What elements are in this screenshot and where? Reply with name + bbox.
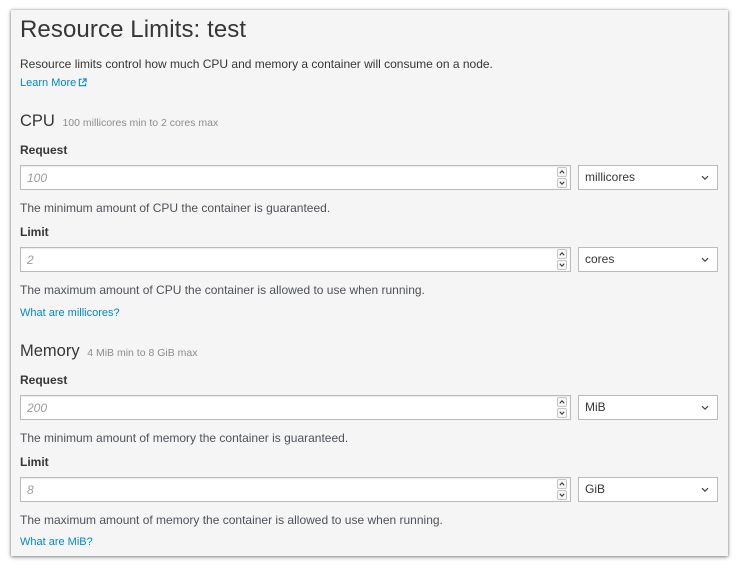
cpu-limit-spinner <box>557 249 567 270</box>
caret-down-icon <box>559 263 565 268</box>
chevron-down-icon <box>701 487 709 493</box>
cpu-heading: CPU <box>20 112 55 130</box>
intro-text: Resource limits control how much CPU and… <box>20 57 493 71</box>
memory-request-label: Request <box>20 373 68 387</box>
millicores-help-link[interactable]: What are millicores? <box>20 307 120 319</box>
cpu-range: 100 millicores min to 2 cores max <box>62 117 219 129</box>
cpu-request-label: Request <box>20 143 68 157</box>
external-link-icon <box>79 78 87 87</box>
cpu-request-spinner <box>557 167 567 188</box>
page-title: Resource Limits: test <box>20 16 247 43</box>
memory-limit-unit-select[interactable]: GiB <box>578 477 718 502</box>
memory-request-decrement[interactable] <box>557 408 567 418</box>
cpu-request-unit: millicores <box>585 170 636 184</box>
memory-limit-help: The maximum amount of memory the contain… <box>20 513 443 527</box>
cpu-limit-label: Limit <box>20 225 49 239</box>
cpu-limit-input[interactable] <box>20 247 571 272</box>
cpu-limit-help: The maximum amount of CPU the container … <box>20 283 425 297</box>
cpu-request-input[interactable] <box>20 165 571 190</box>
memory-range: 4 MiB min to 8 GiB max <box>87 347 198 359</box>
cpu-request-increment[interactable] <box>557 167 567 177</box>
cpu-request-help: The minimum amount of CPU the container … <box>20 201 331 215</box>
chevron-down-icon <box>701 405 709 411</box>
caret-up-icon <box>559 251 565 256</box>
memory-request-unit: MiB <box>585 400 606 414</box>
learn-more-link[interactable]: Learn More <box>20 77 87 89</box>
cpu-limit-increment[interactable] <box>557 249 567 259</box>
memory-heading: Memory <box>20 342 80 360</box>
memory-limit-unit: GiB <box>585 482 606 496</box>
cpu-section-heading: CPU 100 millicores min to 2 cores max <box>20 112 218 131</box>
memory-request-unit-select[interactable]: MiB <box>578 395 718 420</box>
chevron-down-icon <box>701 175 709 181</box>
memory-limit-increment[interactable] <box>557 479 567 489</box>
cpu-request-decrement[interactable] <box>557 178 567 188</box>
memory-limit-input[interactable] <box>20 477 571 502</box>
chevron-down-icon <box>701 257 709 263</box>
cpu-request-unit-select[interactable]: millicores <box>578 165 718 190</box>
mib-help-link[interactable]: What are MiB? <box>20 536 93 548</box>
memory-request-input[interactable] <box>20 395 571 420</box>
cpu-limit-decrement[interactable] <box>557 260 567 270</box>
caret-down-icon <box>559 181 565 186</box>
memory-limit-label: Limit <box>20 455 49 469</box>
caret-up-icon <box>559 399 565 404</box>
caret-down-icon <box>559 411 565 416</box>
memory-limit-decrement[interactable] <box>557 490 567 500</box>
memory-request-spinner <box>557 397 567 418</box>
resource-limits-panel: Resource Limits: test Resource limits co… <box>11 10 728 556</box>
memory-request-increment[interactable] <box>557 397 567 407</box>
caret-up-icon <box>559 481 565 486</box>
learn-more-label: Learn More <box>20 77 77 89</box>
memory-request-help: The minimum amount of memory the contain… <box>20 431 349 445</box>
caret-down-icon <box>559 493 565 498</box>
caret-up-icon <box>559 169 565 174</box>
memory-section-heading: Memory 4 MiB min to 8 GiB max <box>20 342 197 361</box>
cpu-limit-unit-select[interactable]: cores <box>578 247 718 272</box>
memory-limit-spinner <box>557 479 567 500</box>
cpu-limit-unit: cores <box>585 252 615 266</box>
